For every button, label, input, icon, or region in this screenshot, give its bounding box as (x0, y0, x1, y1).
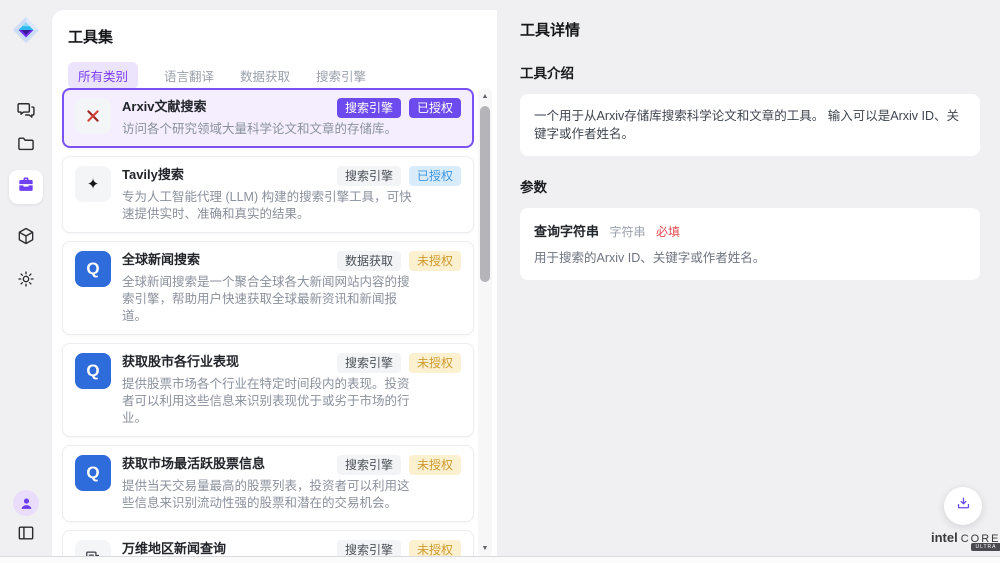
tool-name: 全球新闻搜索 (122, 251, 200, 269)
category-badge: 搜索引擎 (337, 166, 401, 186)
tab-language-translation[interactable]: 语言翻译 (164, 66, 214, 85)
category-badge: 数据获取 (337, 251, 401, 271)
window-bottom-edge (0, 556, 1000, 563)
category-badge: 搜索引擎 (337, 98, 401, 118)
tool-description: 提供当天交易量最高的股票列表，投资者可以利用这些信息来识别流动性强的股票和潜在的… (122, 478, 414, 512)
tool-description: 全球新闻搜索是一个聚合全球各大新闻网站内容的搜索引擎，帮助用户快速获取全球最新资… (122, 274, 414, 325)
intro-heading: 工具介绍 (520, 62, 980, 82)
tool-list-panel: 工具集 所有类别 语言翻译 数据获取 搜索引擎 Arxiv文献搜索 搜索引擎 已… (52, 10, 497, 563)
folder-icon[interactable] (16, 134, 36, 154)
download-icon (955, 495, 972, 517)
chat-icon[interactable] (16, 100, 36, 120)
auth-status-badge: 已授权 (409, 166, 461, 186)
param-type: 字符串 (609, 225, 645, 239)
tool-card-tavily[interactable]: ✦ Tavily搜索 搜索引擎 已授权 专为人工智能代理 (LLM) 构建的搜索… (62, 156, 474, 233)
avatar[interactable] (13, 490, 39, 516)
settings-gear-icon[interactable] (16, 269, 36, 289)
sidebar (0, 0, 52, 563)
tab-all-categories[interactable]: 所有类别 (68, 62, 138, 89)
auth-status-badge: 未授权 (409, 455, 461, 475)
scrollbar-down-arrow-icon[interactable]: ▼ (478, 542, 492, 556)
toolbox-icon (16, 175, 36, 200)
package-cube-icon[interactable] (16, 226, 36, 246)
detail-title: 工具详情 (520, 19, 980, 40)
param-header: 查询字符串 字符串 必填 (534, 221, 966, 241)
quark-q-icon: Q (75, 353, 111, 389)
list-scrollbar[interactable]: ▲ ▼ (478, 88, 492, 558)
param-name: 查询字符串 (534, 224, 599, 239)
tool-card-list: Arxiv文献搜索 搜索引擎 已授权 访问各个研究领域大量科学论文和文章的存储库… (62, 88, 474, 563)
param-box: 查询字符串 字符串 必填 用于搜索的Arxiv ID、关键字或作者姓名。 (520, 208, 980, 280)
tool-description: 提供股票市场各个行业在特定时间段内的表现。投资者可以利用这些信息来识别表现优于或… (122, 376, 414, 427)
scrollbar-thumb[interactable] (480, 106, 490, 282)
tool-name: Arxiv文献搜索 (122, 98, 207, 116)
tool-card-sector-performance[interactable]: Q 获取股市各行业表现 搜索引擎 未授权 提供股票市场各个行业在特定时间段内的表… (62, 343, 474, 437)
tool-detail-panel: 工具详情 工具介绍 一个用于从Arxiv存储库搜索科学论文和文章的工具。 输入可… (497, 0, 1000, 563)
tab-search-engine[interactable]: 搜索引擎 (316, 66, 366, 85)
auth-status-badge: 已授权 (409, 98, 461, 118)
intro-box: 一个用于从Arxiv存储库搜索科学论文和文章的工具。 输入可以是Arxiv ID… (520, 94, 980, 156)
intel-wordmark: intel (931, 530, 958, 545)
auth-status-badge: 未授权 (409, 353, 461, 373)
tool-card-arxiv[interactable]: Arxiv文献搜索 搜索引擎 已授权 访问各个研究领域大量科学论文和文章的存储库… (62, 88, 474, 148)
intro-text: 一个用于从Arxiv存储库搜索科学论文和文章的工具。 输入可以是Arxiv ID… (534, 107, 966, 143)
tool-name: Tavily搜索 (122, 166, 184, 184)
category-tabs: 所有类别 语言翻译 数据获取 搜索引擎 (68, 62, 366, 89)
page-title: 工具集 (68, 26, 113, 47)
tool-name: 获取市场最活跃股票信息 (122, 455, 265, 473)
sidebar-item-toolbox-active[interactable] (9, 170, 43, 204)
param-description: 用于搜索的Arxiv ID、关键字或作者姓名。 (534, 250, 966, 267)
sparkle-icon: ✦ (75, 166, 111, 202)
quark-q-icon: Q (75, 455, 111, 491)
arxiv-x-icon (75, 98, 111, 134)
param-required-flag: 必填 (656, 225, 680, 239)
ultra-badge: ULTRA (971, 543, 1000, 551)
params-heading: 参数 (520, 176, 980, 196)
tool-description: 访问各个研究领域大量科学论文和文章的存储库。 (122, 121, 414, 138)
tab-data-acquisition[interactable]: 数据获取 (240, 66, 290, 85)
quark-q-icon: Q (75, 251, 111, 287)
tool-card-active-stocks[interactable]: Q 获取市场最活跃股票信息 搜索引擎 未授权 提供当天交易量最高的股票列表，投资… (62, 445, 474, 522)
auth-status-badge: 未授权 (409, 251, 461, 271)
download-button[interactable] (944, 487, 982, 525)
scrollbar-up-arrow-icon[interactable]: ▲ (478, 90, 492, 104)
tool-card-global-news[interactable]: Q 全球新闻搜索 数据获取 未授权 全球新闻搜索是一个聚合全球各大新闻网站内容的… (62, 241, 474, 335)
tool-name: 获取股市各行业表现 (122, 353, 239, 371)
intel-core-logo: intelCORE ULTRA (931, 529, 1000, 547)
collapse-panel-icon[interactable] (16, 523, 36, 543)
category-badge: 搜索引擎 (337, 353, 401, 373)
tool-description: 专为人工智能代理 (LLM) 构建的搜索引擎工具，可快速提供实时、准确和真实的结… (122, 189, 414, 223)
app-logo-diamond-icon (11, 15, 41, 45)
category-badge: 搜索引擎 (337, 455, 401, 475)
